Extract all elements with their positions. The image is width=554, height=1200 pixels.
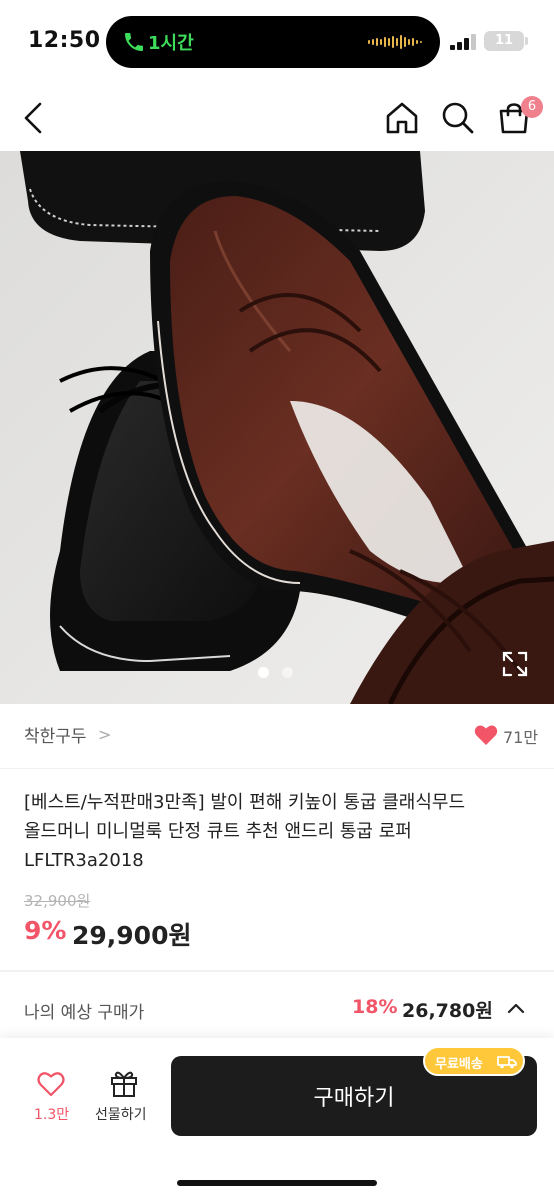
audio-wave-icon [368,35,422,49]
free-shipping-label: 무료배송 [435,1057,483,1072]
discount-rate: 9% [24,916,67,945]
divider [0,768,554,769]
chevron-right-icon[interactable]: > [98,725,111,744]
status-bar: 12:50 1시간 11 [0,0,554,80]
free-shipping-badge: 무료배송 [423,1046,525,1076]
battery-level: 11 [494,33,514,48]
cellular-signal-icon [450,34,476,50]
dynamic-island-call[interactable]: 1시간 [106,16,440,68]
expected-price: 26,780원 [402,1000,493,1022]
original-price: 32,900원 [24,892,91,910]
battery-tip [525,37,528,45]
like-count: 71만 [503,728,539,747]
home-icon[interactable] [382,98,422,138]
gift-icon[interactable] [109,1068,139,1098]
delivery-truck-icon [497,1056,517,1069]
search-icon[interactable] [438,98,478,138]
expected-discount-rate: 18% [352,996,398,1018]
battery-icon: 11 [484,31,524,51]
divider [0,970,554,972]
sale-price: 29,900원 [72,921,192,950]
seller-name[interactable]: 착한구두 [24,722,87,747]
home-indicator [177,1180,377,1186]
product-title-line-2: 올드머니 미니멀룩 단정 큐트 추천 앤드리 통굽 로퍼 [24,821,412,842]
gallery-page-indicator [258,667,298,679]
chevron-up-icon[interactable] [506,998,526,1018]
expected-price-label: 나의 예상 구매가 [24,1003,145,1023]
expand-icon[interactable] [502,651,528,677]
call-duration: 1시간 [148,33,194,54]
status-time: 12:50 [28,28,101,53]
chevron-left-icon[interactable] [14,98,54,138]
heart-outline-icon[interactable] [37,1071,65,1097]
product-image-gallery[interactable] [0,151,554,704]
gift-button-label[interactable]: 선물하기 [95,1104,147,1124]
cart-count-badge: 6 [521,96,543,118]
product-title: [베스트/누적판매3만족] 발이 편해 키높이 통굽 클래식무드 올드머니 미니… [24,788,534,875]
heart-filled-icon[interactable] [474,724,498,746]
gallery-dot [282,667,293,678]
product-title-line-3: LFLTR3a2018 [24,850,144,871]
phone-icon [125,33,143,51]
gallery-dot-active [258,667,269,678]
product-photo-loafers [0,151,554,704]
wish-count: 1.3만 [34,1107,70,1123]
top-nav-bar [0,88,554,148]
product-title-line-1: [베스트/누적판매3만족] 발이 편해 키높이 통굽 클래식무드 [24,792,466,813]
